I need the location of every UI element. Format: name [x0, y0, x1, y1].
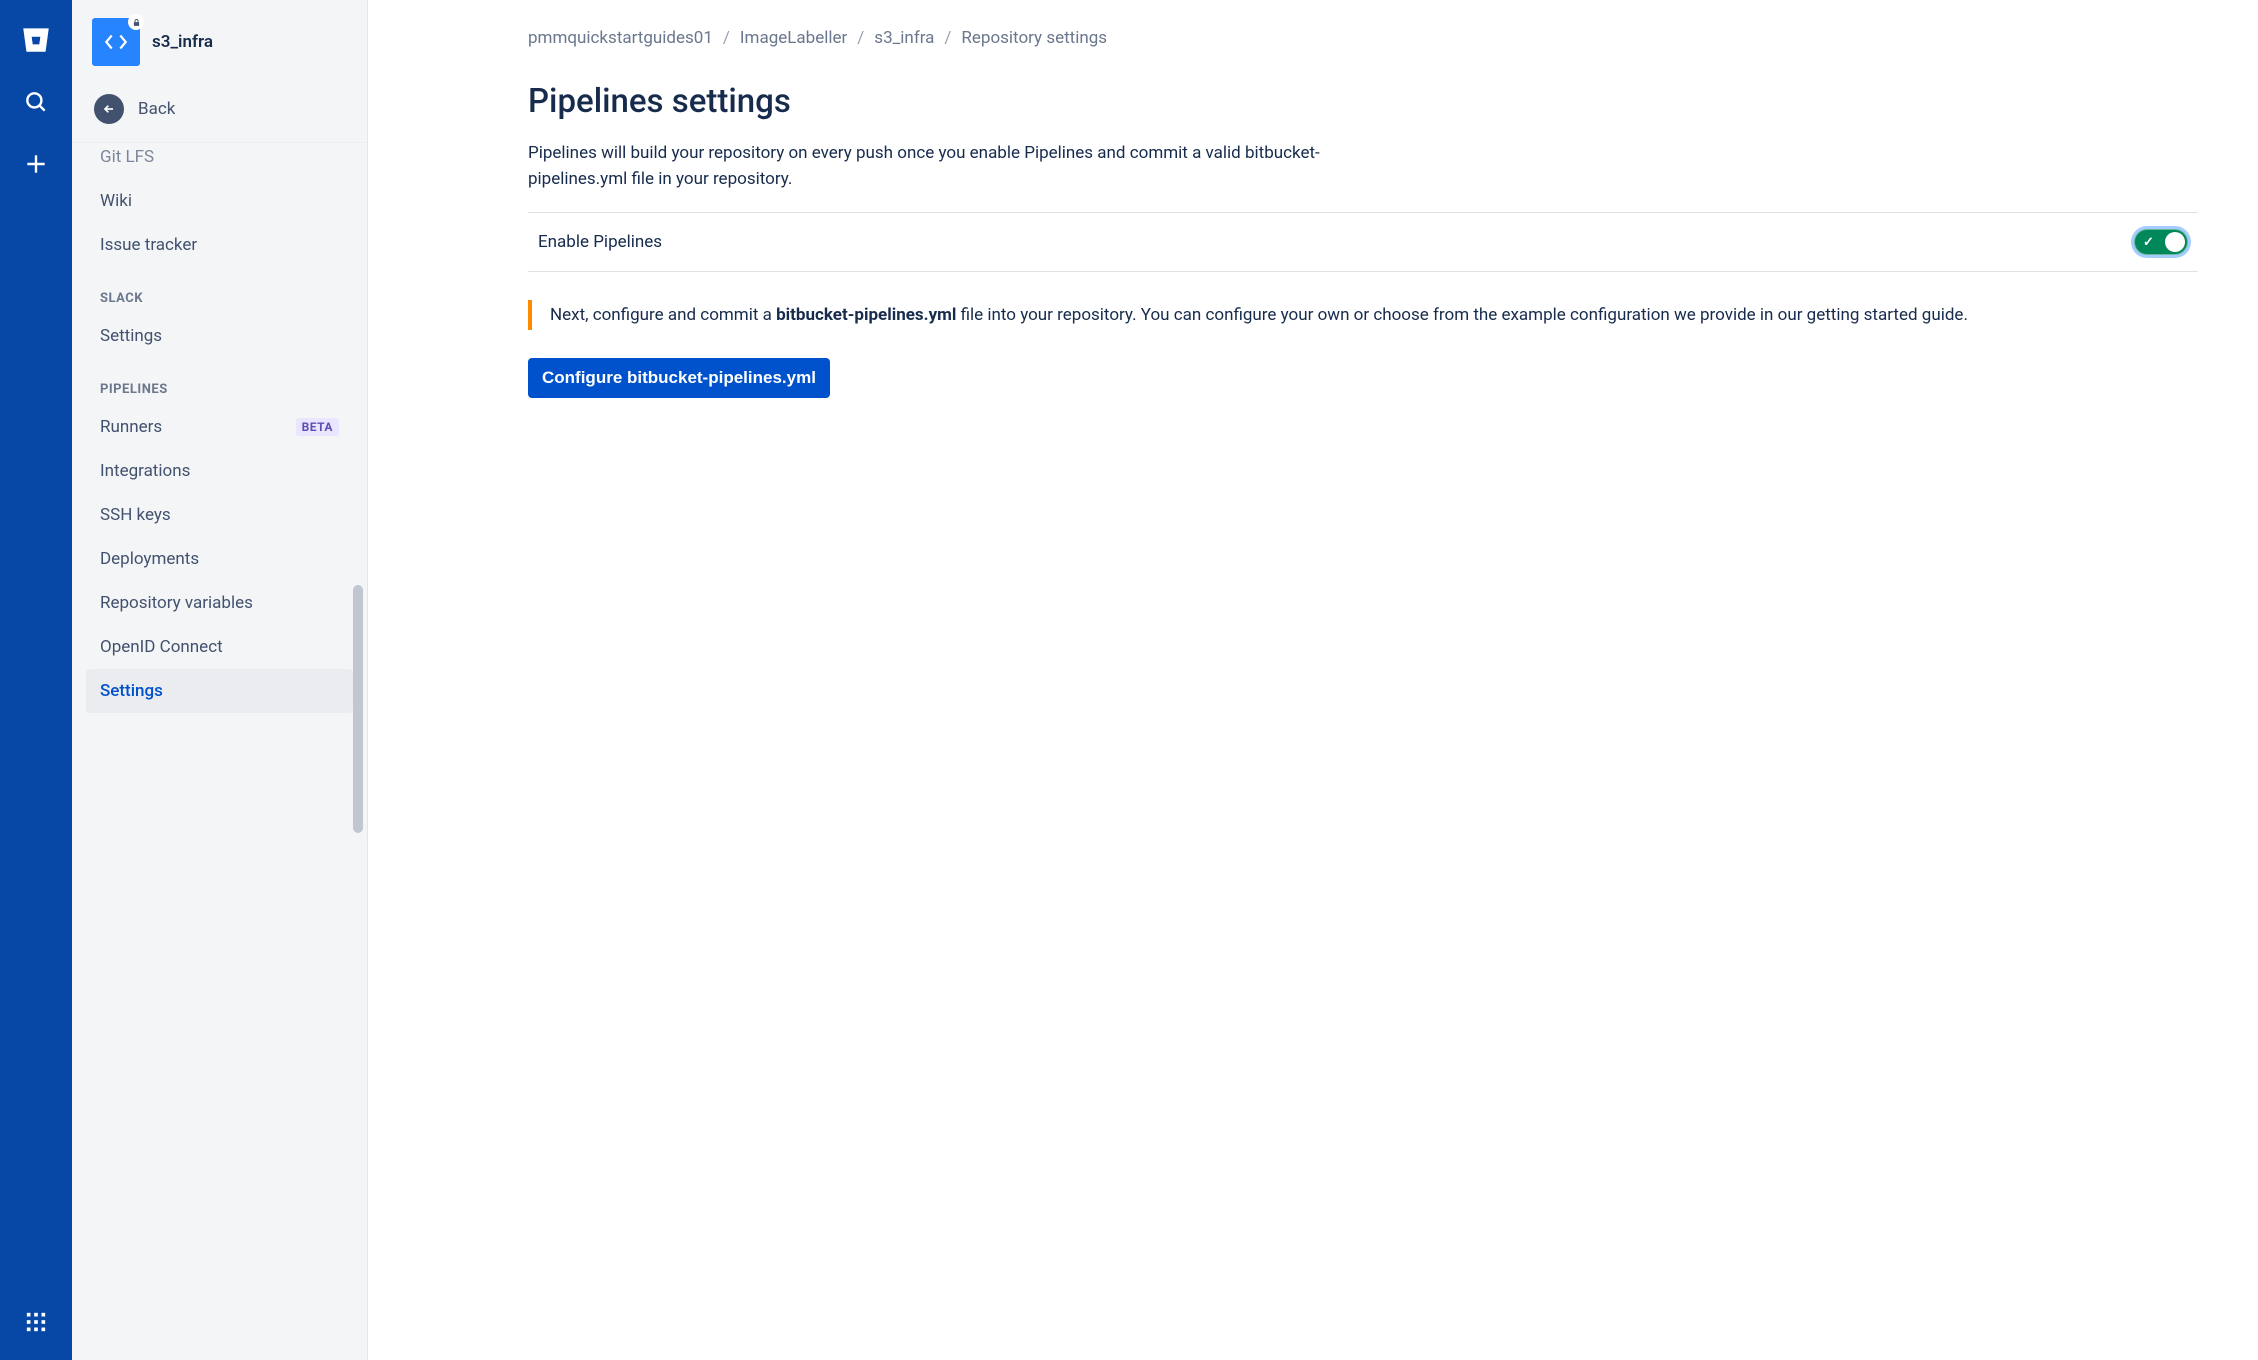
sidebar-item-pipelines-settings[interactable]: Settings	[86, 669, 353, 713]
plus-icon[interactable]	[16, 144, 56, 184]
repo-header: s3_infra	[72, 0, 367, 84]
page-description: Pipelines will build your repository on …	[528, 141, 1368, 192]
sidebar-item-label: Integrations	[100, 461, 190, 481]
breadcrumb-separator: /	[857, 28, 864, 48]
beta-badge: BETA	[296, 418, 339, 436]
scrollbar-thumb[interactable]	[353, 585, 363, 833]
sidebar-item-label: Wiki	[100, 191, 132, 211]
page-title: Pipelines settings	[528, 82, 2198, 121]
sidebar-item-label: Repository variables	[100, 593, 253, 613]
info-text-bold: bitbucket-pipelines.yml	[776, 305, 956, 325]
search-icon[interactable]	[16, 82, 56, 122]
sidebar-item-openid-connect[interactable]: OpenID Connect	[86, 625, 353, 669]
sidebar-section-pipelines: PIPELINES	[80, 358, 359, 405]
scrollbar-track	[353, 170, 365, 1360]
checkmark-icon: ✓	[2143, 235, 2154, 250]
back-label: Back	[138, 99, 175, 119]
apps-icon[interactable]	[16, 1302, 56, 1342]
sidebar-section-slack: SLACK	[80, 267, 359, 314]
breadcrumb: pmmquickstartguides01 / ImageLabeller / …	[528, 28, 2198, 48]
back-button[interactable]: Back	[72, 84, 367, 142]
enable-pipelines-label: Enable Pipelines	[538, 232, 662, 252]
toggle-knob	[2165, 232, 2185, 252]
enable-pipelines-row: Enable Pipelines ✓	[528, 212, 2198, 272]
info-panel: Next, configure and commit a bitbucket-p…	[528, 300, 2198, 330]
lock-icon	[128, 14, 144, 30]
sidebar: s3_infra Back Git LFS Wiki Issue tracker…	[72, 0, 368, 1360]
breadcrumb-separator: /	[944, 28, 951, 48]
sidebar-item-label: Issue tracker	[100, 235, 197, 255]
breadcrumb-link[interactable]: ImageLabeller	[740, 28, 847, 48]
sidebar-item-label: Deployments	[100, 549, 199, 569]
breadcrumb-link[interactable]: pmmquickstartguides01	[528, 28, 713, 48]
main-content: pmmquickstartguides01 / ImageLabeller / …	[368, 0, 2258, 1360]
sidebar-item-git-lfs[interactable]: Git LFS	[86, 143, 353, 179]
repo-name: s3_infra	[152, 32, 213, 52]
breadcrumb-link[interactable]: Repository settings	[961, 28, 1107, 48]
sidebar-scroll[interactable]: Git LFS Wiki Issue tracker SLACK Setting…	[72, 142, 367, 1360]
bitbucket-logo[interactable]	[16, 20, 56, 60]
sidebar-item-label: OpenID Connect	[100, 637, 223, 657]
sidebar-item-integrations[interactable]: Integrations	[86, 449, 353, 493]
sidebar-item-label: SSH keys	[100, 505, 171, 525]
info-text-post: file into your repository. You can confi…	[956, 305, 1968, 325]
breadcrumb-separator: /	[723, 28, 730, 48]
sidebar-item-wiki[interactable]: Wiki	[86, 179, 353, 223]
breadcrumb-link[interactable]: s3_infra	[874, 28, 934, 48]
global-nav-rail	[0, 0, 72, 1360]
sidebar-item-label: Settings	[100, 681, 163, 701]
info-text-pre: Next, configure and commit a	[550, 305, 776, 325]
sidebar-item-label: Runners	[100, 417, 162, 437]
back-arrow-icon	[94, 94, 124, 124]
sidebar-item-label: Git LFS	[100, 147, 154, 167]
sidebar-item-slack-settings[interactable]: Settings	[86, 314, 353, 358]
repo-avatar	[92, 18, 140, 66]
sidebar-item-issue-tracker[interactable]: Issue tracker	[86, 223, 353, 267]
sidebar-item-label: Settings	[100, 326, 162, 346]
sidebar-item-repository-variables[interactable]: Repository variables	[86, 581, 353, 625]
sidebar-item-runners[interactable]: Runners BETA	[86, 405, 353, 449]
sidebar-item-ssh-keys[interactable]: SSH keys	[86, 493, 353, 537]
configure-pipelines-button[interactable]: Configure bitbucket-pipelines.yml	[528, 358, 830, 398]
sidebar-item-deployments[interactable]: Deployments	[86, 537, 353, 581]
enable-pipelines-toggle[interactable]: ✓	[2134, 229, 2188, 255]
